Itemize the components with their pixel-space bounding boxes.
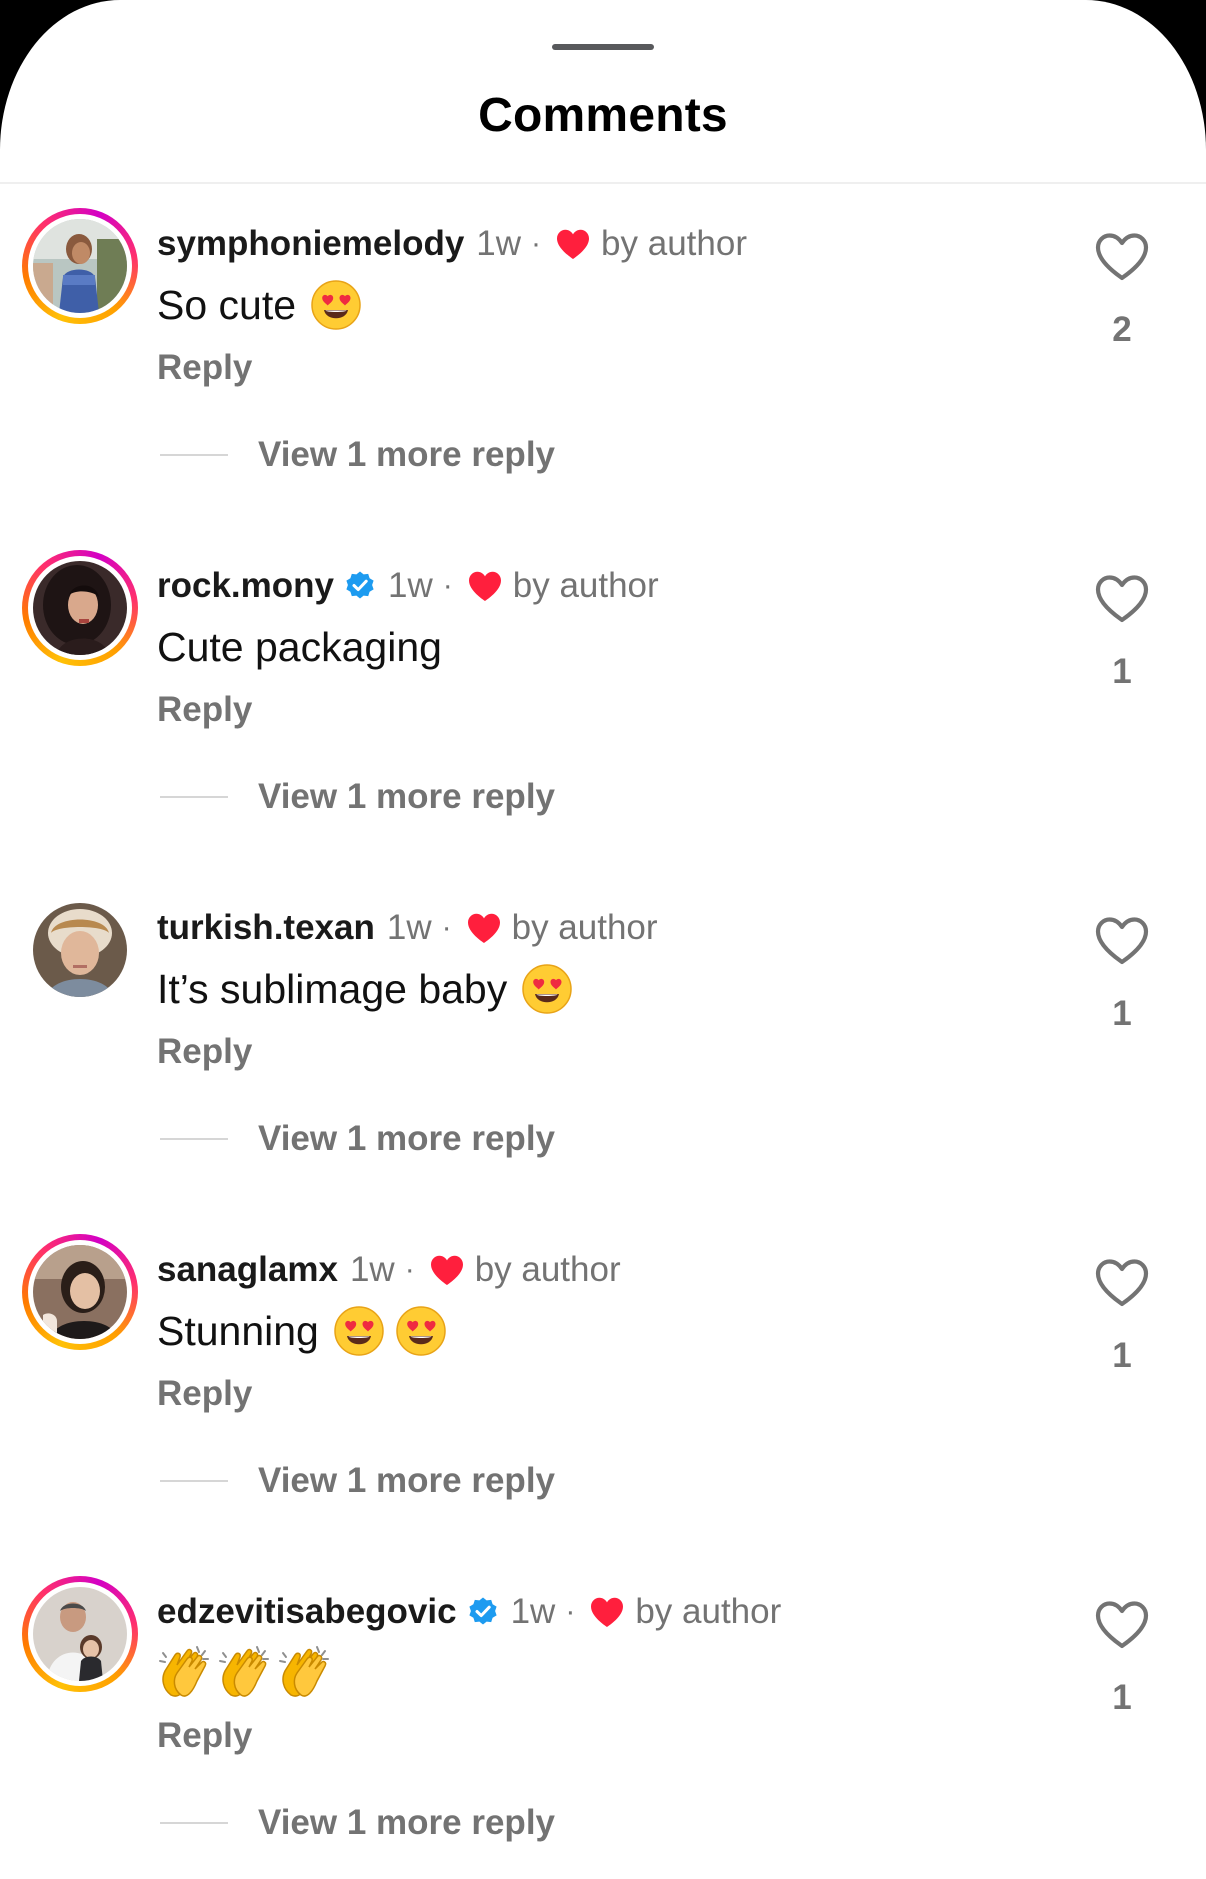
avatar-container[interactable] — [22, 892, 138, 1008]
comment-meta: turkish.texan 1w · by author — [157, 904, 658, 952]
avatar-story-ring[interactable] — [22, 550, 138, 666]
view-more-replies-label: View 1 more reply — [258, 777, 556, 816]
separator-dot: · — [404, 1253, 415, 1286]
clapping-hands-emoji-icon — [277, 1645, 333, 1701]
view-more-replies-button[interactable]: View 1 more reply — [160, 775, 555, 819]
thread-line — [160, 454, 228, 456]
like-heart-icon[interactable] — [1094, 574, 1150, 624]
timestamp: 1w — [388, 566, 433, 605]
comment-meta: sanaglamx 1w · by author — [157, 1246, 621, 1294]
reply-button[interactable]: Reply — [157, 348, 252, 388]
like-heart-icon[interactable] — [1094, 1258, 1150, 1308]
username[interactable]: symphoniemelody — [157, 224, 464, 264]
avatar — [33, 219, 127, 313]
comment-text: So cute — [157, 281, 297, 328]
avatar-story-ring[interactable] — [22, 1576, 138, 1692]
liked-by-author-label: by author — [474, 1250, 621, 1289]
separator-dot: · — [531, 227, 542, 260]
like-count: 1 — [1112, 652, 1132, 691]
username[interactable]: sanaglamx — [157, 1250, 338, 1290]
thread-line — [160, 796, 228, 798]
author-heart-icon — [429, 1254, 465, 1286]
comment-item: edzevitisabegovic 1w · by author Reply V… — [0, 1548, 1206, 1879]
timestamp: 1w — [476, 224, 522, 263]
timestamp: 1w — [349, 1250, 395, 1289]
heart-eyes-emoji-icon — [521, 963, 573, 1015]
comment-body: So cute — [157, 275, 362, 335]
liked-by-author-label: by author — [511, 908, 658, 947]
heart-eyes-emoji-icon — [395, 1305, 447, 1357]
drag-handle[interactable] — [552, 44, 654, 50]
reply-button[interactable]: Reply — [157, 1032, 252, 1072]
reply-button[interactable]: Reply — [157, 1374, 252, 1414]
comment-item: symphoniemelody 1w · by author So cute R… — [0, 180, 1206, 522]
comment-text: Stunning — [157, 1307, 319, 1354]
thread-line — [160, 1480, 228, 1482]
comment-text: It’s sublimage baby — [157, 965, 508, 1012]
like-count: 2 — [1112, 310, 1132, 349]
avatar-story-ring[interactable] — [22, 1234, 138, 1350]
view-more-replies-label: View 1 more reply — [258, 1119, 556, 1158]
page-title: Comments — [478, 89, 728, 142]
author-heart-icon — [555, 228, 591, 260]
view-more-replies-button[interactable]: View 1 more reply — [160, 1459, 555, 1503]
verified-badge-icon — [467, 1596, 499, 1628]
view-more-replies-button[interactable]: View 1 more reply — [160, 433, 555, 477]
username[interactable]: edzevitisabegovic — [157, 1592, 457, 1632]
liked-by-author-label: by author — [601, 224, 747, 263]
comments-sheet: Comments symphoniemelody 1w · by author … — [0, 0, 1206, 1879]
separator-dot: · — [565, 1595, 576, 1628]
reply-button[interactable]: Reply — [157, 690, 252, 730]
comment-body: Stunning — [157, 1301, 447, 1361]
avatar — [33, 561, 127, 655]
author-heart-icon — [466, 912, 502, 944]
reply-button[interactable]: Reply — [157, 1716, 252, 1756]
verified-badge-icon — [344, 570, 376, 602]
avatar-story-ring[interactable] — [22, 208, 138, 324]
avatar — [33, 903, 127, 997]
avatar — [33, 1245, 127, 1339]
separator-dot: · — [441, 911, 452, 944]
view-more-replies-label: View 1 more reply — [258, 1803, 556, 1842]
like-count: 1 — [1112, 1336, 1132, 1375]
comment-text: Cute packaging — [157, 623, 442, 670]
author-heart-icon — [589, 1596, 625, 1628]
username[interactable]: turkish.texan — [157, 908, 375, 948]
heart-eyes-emoji-icon — [310, 279, 362, 331]
comment-body: Cute packaging — [157, 617, 442, 677]
author-heart-icon — [467, 570, 503, 602]
comment-item: sanaglamx 1w · by author Stunning Reply … — [0, 1206, 1206, 1548]
view-more-replies-button[interactable]: View 1 more reply — [160, 1117, 555, 1161]
view-more-replies-button[interactable]: View 1 more reply — [160, 1801, 555, 1845]
comment-meta: rock.mony 1w · by author — [157, 562, 659, 610]
view-more-replies-label: View 1 more reply — [258, 1461, 556, 1500]
comment-body: It’s sublimage baby — [157, 959, 573, 1019]
comment-item: rock.mony 1w · by author Cute packaging … — [0, 522, 1206, 864]
comment-body — [157, 1643, 337, 1703]
comment-meta: edzevitisabegovic 1w · by author — [157, 1588, 781, 1636]
liked-by-author-label: by author — [512, 566, 659, 605]
comment-meta: symphoniemelody 1w · by author — [157, 220, 747, 268]
like-count: 1 — [1112, 1678, 1132, 1717]
comment-item: turkish.texan 1w · by author It’s sublim… — [0, 864, 1206, 1206]
like-count: 1 — [1112, 994, 1132, 1033]
heart-eyes-emoji-icon — [333, 1305, 385, 1357]
separator-dot: · — [442, 569, 453, 602]
like-heart-icon[interactable] — [1094, 1600, 1150, 1650]
view-more-replies-label: View 1 more reply — [258, 435, 556, 474]
thread-line — [160, 1822, 228, 1824]
like-heart-icon[interactable] — [1094, 232, 1150, 282]
avatar — [33, 1587, 127, 1681]
thread-line — [160, 1138, 228, 1140]
liked-by-author-label: by author — [635, 1592, 782, 1631]
username[interactable]: rock.mony — [157, 566, 334, 606]
clapping-hands-emoji-icon — [157, 1645, 213, 1701]
timestamp: 1w — [386, 908, 432, 947]
timestamp: 1w — [510, 1592, 556, 1631]
like-heart-icon[interactable] — [1094, 916, 1150, 966]
clapping-hands-emoji-icon — [217, 1645, 273, 1701]
